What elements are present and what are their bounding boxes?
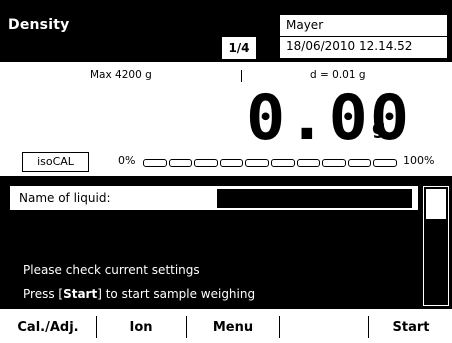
scrollbar-thumb[interactable]: [426, 189, 446, 219]
capacity-bar-segment: [219, 159, 244, 167]
capacity-bar-segment: [271, 159, 295, 167]
capacity-bar-segment: [245, 159, 269, 167]
start-softkey[interactable]: Start: [372, 313, 450, 343]
liquid-name-label: Name of liquid:: [19, 191, 111, 205]
user-name: Mayer: [286, 18, 324, 32]
header-bar: Density 1/4 Mayer 18/06/2010 12.14.52: [0, 0, 452, 62]
capacity-bar-segment: [347, 159, 372, 167]
instruction-suffix: ] to start sample weighing: [97, 287, 256, 301]
instruction-prefix: Press [: [23, 287, 64, 301]
softkey-divider: [368, 316, 369, 338]
page-indicator: 1/4: [222, 37, 256, 59]
capacity-bar-segment: [373, 159, 397, 167]
isocal-button[interactable]: isoCAL: [22, 152, 89, 172]
softkey-divider: [279, 316, 280, 338]
capacity-tick-mark: [241, 70, 242, 82]
info-box: Mayer 18/06/2010 12.14.52: [279, 14, 448, 59]
liquid-name-row[interactable]: Name of liquid:: [10, 186, 418, 210]
weight-unit: g: [372, 117, 386, 139]
capacity-bar-segment: [322, 159, 346, 167]
weight-readout: 0.00: [246, 81, 412, 154]
panel-scrollbar[interactable]: [423, 186, 449, 306]
capacity-end-label: 100%: [403, 154, 435, 167]
ion-softkey[interactable]: Ion: [100, 313, 182, 343]
capacity-bar: [143, 159, 397, 167]
menu-softkey[interactable]: Menu: [190, 313, 276, 343]
app-title: Density: [8, 17, 70, 33]
softkey-divider: [96, 316, 97, 338]
softkey-divider: [186, 316, 187, 338]
instruction-line-2: Press [Start] to start sample weighing: [23, 287, 255, 301]
liquid-name-input[interactable]: [217, 189, 412, 208]
info-divider: [280, 36, 447, 37]
max-capacity-label: Max 4200 g: [90, 69, 152, 81]
instruction-key: Start: [63, 287, 98, 301]
blank-softkey[interactable]: [283, 313, 366, 343]
capacity-bar-segment: [296, 159, 321, 167]
cal-adj-softkey[interactable]: Cal./Adj.: [4, 313, 92, 343]
capacity-start-label: 0%: [118, 154, 136, 167]
capacity-bar-segment: [194, 159, 218, 167]
capacity-bar-segment: [168, 159, 193, 167]
date-time: 18/06/2010 12.14.52: [286, 39, 413, 53]
capacity-bar-segment: [143, 159, 167, 167]
instruction-line-1: Please check current settings: [23, 263, 200, 277]
